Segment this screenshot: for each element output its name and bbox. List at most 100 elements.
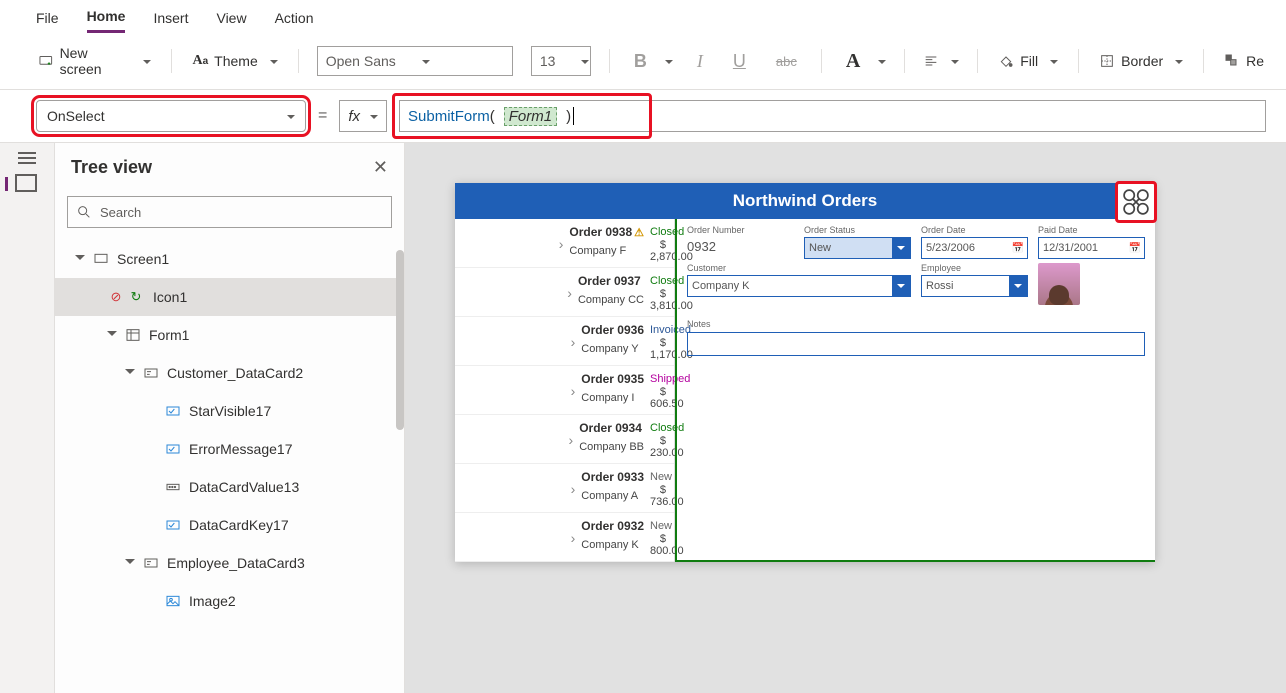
theme-button[interactable]: Aa Theme — [190, 49, 279, 73]
order-status: New — [650, 471, 666, 483]
fill-button[interactable]: Fill — [996, 49, 1060, 73]
order-gallery[interactable]: Order 0938⚠Closed›Company F$ 2,870.00 Ord… — [455, 219, 675, 562]
order-amount: $ 1,170.00 — [650, 337, 666, 361]
order-status-select[interactable]: New — [804, 237, 911, 259]
tree-search-input[interactable]: Search — [67, 196, 392, 228]
toolbar-divider — [298, 49, 299, 73]
order-amount: $ 736.00 — [650, 484, 666, 508]
menu-insert[interactable]: Insert — [153, 10, 188, 32]
new-screen-button[interactable]: New screen — [36, 41, 153, 81]
tree-item-employee-datacard[interactable]: Employee_DataCard3 — [55, 544, 404, 582]
app-title-bar: Northwind Orders — [455, 183, 1155, 219]
menu-action[interactable]: Action — [275, 10, 314, 32]
order-row[interactable]: Order 0937Closed›Company CC$ 3,810.00 — [455, 268, 674, 317]
scrollbar-thumb[interactable] — [396, 250, 404, 430]
order-row[interactable]: Order 0935Shipped›Company I$ 606.50 — [455, 366, 674, 415]
tree-view-rail-button[interactable] — [5, 177, 36, 191]
underline-button[interactable]: U — [727, 47, 752, 76]
paid-date-input[interactable]: 12/31/2001 — [1038, 237, 1145, 259]
label-icon — [165, 403, 181, 419]
order-number: Order 0936 — [581, 323, 644, 337]
order-number: Order 0934 — [579, 421, 644, 435]
menu-bar: File Home Insert View Action — [0, 0, 1286, 33]
toolbar-divider — [609, 49, 610, 73]
tree-item-customer-datacard[interactable]: Customer_DataCard2 — [55, 354, 404, 392]
order-status: Closed — [650, 275, 666, 287]
canvas: Northwind Orders Order 0938⚠Closed›Compa… — [405, 143, 1286, 693]
image-icon — [165, 593, 181, 609]
font-size-select[interactable]: 13 — [531, 46, 591, 76]
tree-item-image2[interactable]: Image2 — [55, 582, 404, 620]
order-amount: $ 606.50 — [650, 386, 666, 410]
toolbar-divider — [821, 49, 822, 73]
order-row[interactable]: Order 0936Invoiced›Company Y$ 1,170.00 — [455, 317, 674, 366]
app-preview: Northwind Orders Order 0938⚠Closed›Compa… — [455, 183, 1155, 562]
toolbar: New screen Aa Theme Open Sans 13 B I U a… — [0, 33, 1286, 90]
tree-title: Tree view — [71, 157, 152, 178]
tree-item-datacardvalue[interactable]: DataCardValue13 — [55, 468, 404, 506]
formula-bar: OnSelect = fx SubmitForm( Form1 ) — [0, 90, 1286, 143]
tree-item-starvisible[interactable]: StarVisible17 — [55, 392, 404, 430]
order-status: Closed — [650, 422, 666, 434]
order-row[interactable]: Order 0938⚠Closed›Company F$ 2,870.00 — [455, 219, 674, 268]
screen-icon — [93, 251, 109, 267]
employee-label: Employee — [921, 263, 1028, 273]
order-date-input[interactable]: 5/23/2006 — [921, 237, 1028, 259]
menu-home[interactable]: Home — [87, 8, 126, 33]
chevron-right-icon: › — [569, 432, 574, 448]
order-status: Closed — [650, 226, 666, 238]
order-company: Company A — [581, 490, 644, 502]
control-icon: ⊘ — [107, 290, 125, 304]
order-row[interactable]: Order 0934Closed›Company BB$ 230.00 — [455, 415, 674, 464]
align-button[interactable] — [923, 53, 959, 69]
customer-label: Customer — [687, 263, 911, 273]
order-company: Company K — [581, 539, 644, 551]
order-number-value: 0932 — [687, 237, 794, 254]
tree-item-icon1[interactable]: ⊘↻Icon1 — [55, 278, 404, 316]
notes-input[interactable] — [687, 332, 1145, 356]
order-row[interactable]: Order 0932New›Company K$ 800.00 — [455, 513, 674, 562]
notes-label: Notes — [687, 319, 711, 329]
tree-item-screen1[interactable]: Screen1 — [55, 240, 404, 278]
property-selector[interactable]: OnSelect — [36, 100, 306, 132]
font-color-button[interactable]: A — [840, 46, 886, 77]
sync-save-icon — [1119, 185, 1153, 219]
fx-button[interactable]: fx — [339, 100, 387, 132]
label-icon — [165, 517, 181, 533]
hamburger-icon[interactable] — [18, 157, 36, 159]
menu-view[interactable]: View — [216, 10, 246, 32]
save-icon-selected[interactable] — [1115, 181, 1157, 223]
reorder-button[interactable]: Re — [1222, 49, 1266, 73]
layers-icon — [18, 177, 36, 191]
bold-button[interactable]: B — [628, 47, 653, 76]
tree-item-errormessage[interactable]: ErrorMessage17 — [55, 430, 404, 468]
order-status: New — [650, 520, 666, 532]
strikethrough-button[interactable]: abc — [770, 50, 803, 73]
search-icon — [76, 204, 92, 220]
order-row[interactable]: Order 0933New›Company A$ 736.00 — [455, 464, 674, 513]
employee-select[interactable]: Rossi — [921, 275, 1028, 297]
tree-item-datacardkey[interactable]: DataCardKey17 — [55, 506, 404, 544]
form-icon — [125, 327, 141, 343]
align-icon — [923, 53, 939, 69]
chevron-right-icon: › — [571, 334, 576, 350]
font-color-icon: A — [840, 46, 866, 77]
font-family-select[interactable]: Open Sans — [317, 46, 513, 76]
employee-photo — [1038, 263, 1080, 305]
border-button[interactable]: Border — [1097, 49, 1185, 73]
label-icon — [165, 441, 181, 457]
menu-file[interactable]: File — [36, 10, 59, 32]
customer-select[interactable]: Company K — [687, 275, 911, 297]
italic-button[interactable]: I — [691, 47, 709, 76]
input-icon — [165, 479, 181, 495]
card-icon — [143, 555, 159, 571]
toolbar-divider — [977, 49, 978, 73]
tree-item-form1[interactable]: Form1 — [55, 316, 404, 354]
order-company: Company CC — [578, 294, 644, 306]
paid-date-label: Paid Date — [1038, 225, 1145, 235]
tree-close-button[interactable]: ✕ — [373, 157, 388, 178]
chevron-right-icon: › — [571, 383, 576, 399]
form-panel: Order Number0932 Order StatusNew Order D… — [675, 219, 1155, 562]
order-number: Order 0937 — [578, 274, 644, 288]
formula-input[interactable]: SubmitForm( Form1 ) — [399, 100, 1266, 132]
